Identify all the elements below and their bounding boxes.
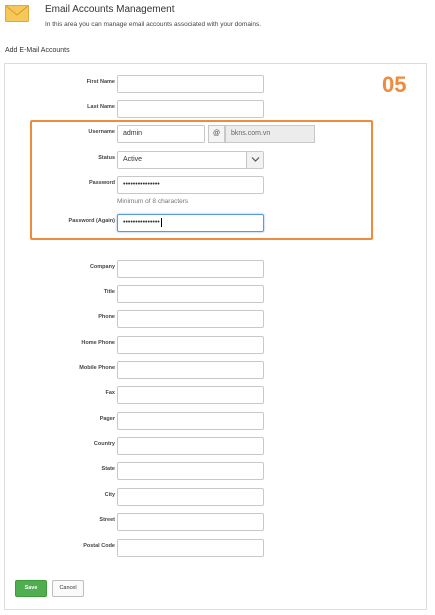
first-name-row: First Name [5, 75, 428, 93]
home-phone-label: Home Phone [81, 340, 115, 346]
company-input[interactable] [117, 260, 264, 278]
last-name-label: Last Name [87, 104, 115, 110]
city-label: City [104, 492, 115, 498]
street-label: Street [99, 517, 115, 523]
state-row: State [5, 462, 428, 480]
page-title: Email Accounts Management [45, 4, 175, 15]
pager-row: Pager [5, 412, 428, 430]
pager-input[interactable] [117, 412, 264, 430]
street-input[interactable] [117, 513, 264, 531]
add-email-account-panel: First Name Last Name Username admin @ bk… [4, 63, 427, 610]
postal-code-label: Postal Code [83, 543, 115, 549]
fax-input[interactable] [117, 386, 264, 404]
fax-row: Fax [5, 386, 428, 404]
first-name-label: First Name [86, 79, 115, 85]
country-input[interactable] [117, 437, 264, 455]
street-row: Street [5, 513, 428, 531]
section-label: Add E-Mail Accounts [5, 47, 70, 54]
title-row: Title [5, 285, 428, 303]
title-input[interactable] [117, 285, 264, 303]
company-label: Company [89, 264, 115, 270]
title-label: Title [103, 289, 115, 295]
postal-code-row: Postal Code [5, 539, 428, 557]
city-input[interactable] [117, 488, 264, 506]
cancel-button[interactable]: Cancel [52, 580, 84, 597]
mobile-phone-label: Mobile Phone [79, 365, 115, 371]
pager-label: Pager [99, 416, 115, 422]
step-badge: 05 [382, 72, 407, 97]
state-label: State [101, 466, 115, 472]
country-row: Country [5, 437, 428, 455]
envelope-icon [5, 5, 29, 22]
mobile-phone-input[interactable] [117, 361, 264, 379]
last-name-input[interactable] [117, 100, 264, 118]
home-phone-input[interactable] [117, 336, 264, 354]
company-row: Company [5, 260, 428, 278]
first-name-input[interactable] [117, 75, 264, 93]
save-button[interactable]: Save [15, 580, 47, 597]
mobile-phone-row: Mobile Phone [5, 361, 428, 379]
city-row: City [5, 488, 428, 506]
home-phone-row: Home Phone [5, 336, 428, 354]
phone-row: Phone [5, 310, 428, 328]
country-label: Country [93, 441, 115, 447]
postal-code-input[interactable] [117, 539, 264, 557]
phone-input[interactable] [117, 310, 264, 328]
fax-label: Fax [105, 390, 115, 396]
phone-label: Phone [98, 314, 115, 320]
highlight-box [30, 120, 373, 240]
page-description: In this area you can manage email accoun… [45, 21, 262, 28]
state-input[interactable] [117, 462, 264, 480]
last-name-row: Last Name [5, 100, 428, 118]
